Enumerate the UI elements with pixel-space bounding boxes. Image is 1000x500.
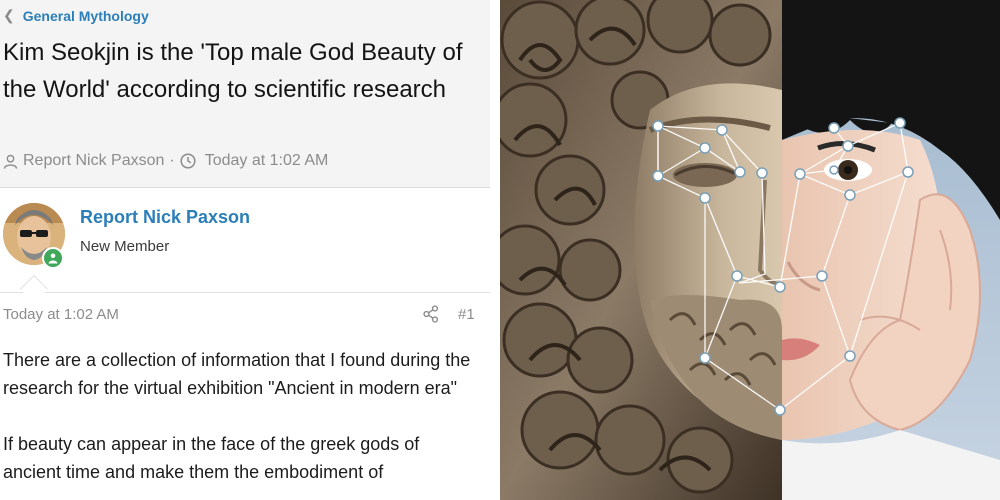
face-comparison-image	[500, 0, 1000, 500]
thread-date[interactable]: Today at 1:02 AM	[205, 152, 329, 170]
thread-title: Kim Seokjin is the 'Top male God Beauty …	[3, 39, 463, 103]
post-user-block: Report Nick Paxson New Member	[0, 189, 490, 304]
post-body: There are a collection of information th…	[3, 346, 481, 500]
meta-separator: ·	[169, 152, 175, 169]
breadcrumb[interactable]: ❮ General Mythology	[3, 7, 149, 24]
post-paragraph: There are a collection of information th…	[3, 350, 471, 398]
online-status-icon	[42, 247, 64, 269]
user-icon	[3, 154, 18, 169]
thread-header: ❮ General Mythology Kim Seokjin is the '…	[0, 0, 490, 188]
clock-icon	[180, 153, 196, 169]
post-number[interactable]: #1	[458, 306, 475, 323]
breadcrumb-label[interactable]: General Mythology	[23, 8, 149, 24]
chevron-left-icon: ❮	[3, 7, 15, 23]
post-paragraph: If beauty can appear in the face of the …	[3, 434, 420, 482]
post-username[interactable]: Report Nick Paxson	[80, 207, 250, 228]
forum-thread-pane: ❮ General Mythology Kim Seokjin is the '…	[0, 0, 490, 500]
post-caret	[19, 274, 49, 304]
thread-author[interactable]: Report Nick Paxson	[23, 152, 164, 170]
pane-divider	[490, 0, 500, 500]
thread-meta: Report Nick Paxson · Today at 1:02 AM	[3, 152, 328, 170]
share-icon[interactable]	[423, 305, 439, 323]
post-date[interactable]: Today at 1:02 AM	[3, 306, 119, 323]
user-title: New Member	[80, 238, 170, 255]
